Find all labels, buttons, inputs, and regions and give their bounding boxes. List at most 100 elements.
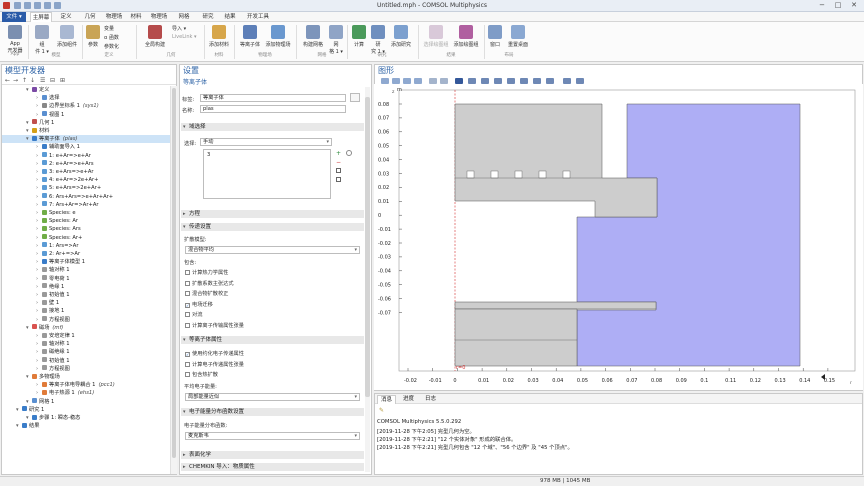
section-eedf[interactable]: 电子能量分布函数设置 bbox=[181, 408, 364, 416]
tab-definitions[interactable]: 定义 bbox=[56, 12, 76, 22]
up-icon[interactable]: ↑ bbox=[22, 77, 27, 84]
tab-results[interactable]: 结果 bbox=[220, 12, 240, 22]
copy-selection-icon[interactable] bbox=[336, 168, 341, 173]
tab-materials[interactable]: 材料 bbox=[126, 12, 146, 22]
add-study-button[interactable]: 添加研究 bbox=[388, 25, 414, 48]
section-equation[interactable]: 方程 bbox=[181, 210, 364, 218]
tree-item[interactable]: › 轴对称 1 bbox=[2, 266, 170, 274]
add-material-button[interactable]: 添加材料 bbox=[207, 25, 231, 48]
add-physics-button[interactable]: 添加物理场 bbox=[264, 25, 292, 48]
checkbox-checks-1[interactable]: 扩散系数主张达式 bbox=[185, 280, 234, 287]
tree-item[interactable]: › 边界坐标系 1 (sys1) bbox=[2, 102, 170, 110]
tree-item[interactable]: › 安培定律 1 bbox=[2, 332, 170, 340]
back-icon[interactable]: ← bbox=[5, 77, 10, 84]
section-domain-selection[interactable]: 域选择 bbox=[181, 123, 364, 131]
livelink-button[interactable]: LiveLink ▾ bbox=[172, 34, 197, 40]
import-button[interactable]: 导入 ▾ bbox=[172, 25, 186, 32]
checkbox-box[interactable] bbox=[185, 312, 190, 317]
checkbox-checks-5[interactable]: 计算离子传输属性张量 bbox=[185, 322, 244, 329]
section-plasma-properties[interactable]: 等离子体属性 bbox=[181, 336, 364, 344]
tree-item[interactable]: › Species: Ars bbox=[2, 225, 170, 233]
label-reset-icon[interactable] bbox=[350, 93, 360, 102]
add-plot-group-button[interactable]: 添加绘图组 bbox=[452, 25, 480, 48]
tree-item[interactable]: › 1: Ars=>Ar bbox=[2, 242, 170, 250]
tree-item[interactable]: › Species: e bbox=[2, 209, 170, 217]
tree-item[interactable]: › 3: e+Ars=>e+Ar bbox=[2, 168, 170, 176]
tab-study[interactable]: 研究 bbox=[198, 12, 218, 22]
tree-item[interactable]: › 4: e+Ar=>2e+Ar+ bbox=[2, 176, 170, 184]
domain-item[interactable]: 3 bbox=[207, 152, 210, 158]
checkbox-box[interactable] bbox=[185, 372, 190, 377]
checkbox-box[interactable] bbox=[185, 322, 190, 328]
model-tree-scrollbar[interactable] bbox=[170, 86, 177, 474]
component-button[interactable]: 组 件 1 ▾ bbox=[32, 25, 52, 55]
tree-item[interactable]: › 2: Ar+=>Ar bbox=[2, 250, 170, 258]
tab-home[interactable]: 主屏幕 bbox=[30, 12, 52, 22]
checkbox-box[interactable] bbox=[185, 361, 190, 367]
diffusion-model-dropdown[interactable]: 混合物平均 bbox=[185, 246, 360, 254]
tree-item[interactable]: › 等离子体模型 1 bbox=[2, 258, 170, 266]
zoom-selection-icon[interactable] bbox=[346, 150, 352, 156]
tree-item[interactable]: ▾ 网格 1 bbox=[2, 398, 170, 406]
expand-icon[interactable]: ⊞ bbox=[60, 77, 65, 84]
tab-log[interactable]: 日志 bbox=[425, 395, 436, 403]
build-mesh-button[interactable]: 构建网格 bbox=[300, 25, 326, 48]
windows-button[interactable]: 窗口 bbox=[487, 25, 503, 48]
tree-item[interactable]: › 零电荷 1 bbox=[2, 275, 170, 283]
tab-sketch[interactable]: 物理场 bbox=[104, 12, 124, 22]
name-input[interactable]: plas bbox=[200, 105, 346, 113]
tab-physics[interactable]: 物理场 bbox=[148, 12, 170, 22]
tab-geometry[interactable]: 几何 bbox=[80, 12, 100, 22]
tree-item[interactable]: › Species: Ar bbox=[2, 217, 170, 225]
tree-item[interactable]: › 等离子体电导耦合 1 (pcc1) bbox=[2, 381, 170, 389]
label-input[interactable]: 等离子体 bbox=[200, 94, 346, 102]
tree-item[interactable]: ▾ 研究 1 bbox=[2, 406, 170, 414]
app-builder-button[interactable]: App 开发器 bbox=[4, 25, 26, 54]
tree-item[interactable]: ▾ 定义 bbox=[2, 86, 170, 94]
settings-scrollbar[interactable] bbox=[365, 87, 370, 472]
checkbox-box[interactable]: ✓ bbox=[185, 352, 190, 357]
down-icon[interactable]: ↓ bbox=[30, 77, 35, 84]
checkbox-checks2-1[interactable]: 计算电子传递属性张量 bbox=[185, 361, 244, 368]
maximize-button[interactable]: □ bbox=[832, 1, 844, 10]
checkbox-checks-2[interactable]: 混合物扩散校正 bbox=[185, 290, 228, 297]
forward-icon[interactable]: → bbox=[13, 77, 18, 84]
tree-item[interactable]: › Species: Ar+ bbox=[2, 234, 170, 242]
tree-item[interactable]: ▾ 磁场 (mf) bbox=[2, 324, 170, 332]
plasma-button[interactable]: 等离子体 bbox=[238, 25, 262, 48]
tree-item[interactable]: › 轴对称 1 bbox=[2, 340, 170, 348]
parametric-button[interactable]: 参数化 bbox=[104, 43, 119, 50]
checkbox-checks-4[interactable]: 对流 bbox=[185, 311, 202, 318]
checkbox-checks-3[interactable]: ✓ 电场迁移 bbox=[185, 301, 213, 308]
tree-item[interactable]: ▾ 材料 bbox=[2, 127, 170, 135]
tree-item[interactable]: ▾ 几何 1 bbox=[2, 119, 170, 127]
tab-file[interactable]: 文件 ▾ bbox=[2, 12, 26, 22]
tree-item[interactable]: › 方程视图 bbox=[2, 316, 170, 324]
close-button[interactable]: ✕ bbox=[848, 1, 860, 10]
checkbox-checks2-2[interactable]: 包含热扩散 bbox=[185, 371, 218, 378]
remove-from-selection-icon[interactable]: − bbox=[336, 159, 341, 166]
section-surface-chemistry[interactable]: 表面化学 bbox=[181, 451, 364, 459]
tree-item[interactable]: › 2: e+Ar=>e+Ars bbox=[2, 160, 170, 168]
tree-item[interactable]: › 方程视图 bbox=[2, 365, 170, 373]
tree-item[interactable]: › 选择 bbox=[2, 94, 170, 102]
compute-button[interactable]: 计算 bbox=[350, 25, 368, 48]
tree-item[interactable]: › 辅助面导入 1 bbox=[2, 143, 170, 151]
checkbox-box[interactable] bbox=[185, 291, 190, 296]
add-to-selection-icon[interactable]: + bbox=[336, 150, 341, 157]
show-icon[interactable]: ☰ bbox=[40, 77, 45, 84]
build-all-button[interactable]: 全局构建 bbox=[140, 25, 170, 48]
study-button[interactable]: 研 究 1 ▾ bbox=[370, 25, 386, 55]
tree-item[interactable]: › 6: Ars+Ars=>e+Ar+Ar+ bbox=[2, 193, 170, 201]
mesh-button[interactable]: 网 格 1 ▾ bbox=[328, 25, 344, 55]
eedf-dropdown[interactable]: 麦克斯韦 bbox=[185, 432, 360, 440]
tree-item[interactable]: › 初始值 1 bbox=[2, 357, 170, 365]
reset-desktop-button[interactable]: 重置桌面 bbox=[505, 25, 531, 48]
tree-item[interactable]: ▾ 结果 bbox=[2, 422, 170, 430]
tab-messages[interactable]: 消息 bbox=[377, 395, 397, 404]
checkbox-box[interactable]: ✓ bbox=[185, 302, 190, 308]
checkbox-box[interactable] bbox=[185, 270, 190, 275]
tree-item[interactable]: ▾ 多物理场 bbox=[2, 373, 170, 381]
section-chemkin-import[interactable]: CHEMKIN 导入：物质属性 bbox=[181, 463, 364, 471]
tree-item[interactable]: ▾ 步骤 1: 瞬态-稳态 bbox=[2, 414, 170, 422]
